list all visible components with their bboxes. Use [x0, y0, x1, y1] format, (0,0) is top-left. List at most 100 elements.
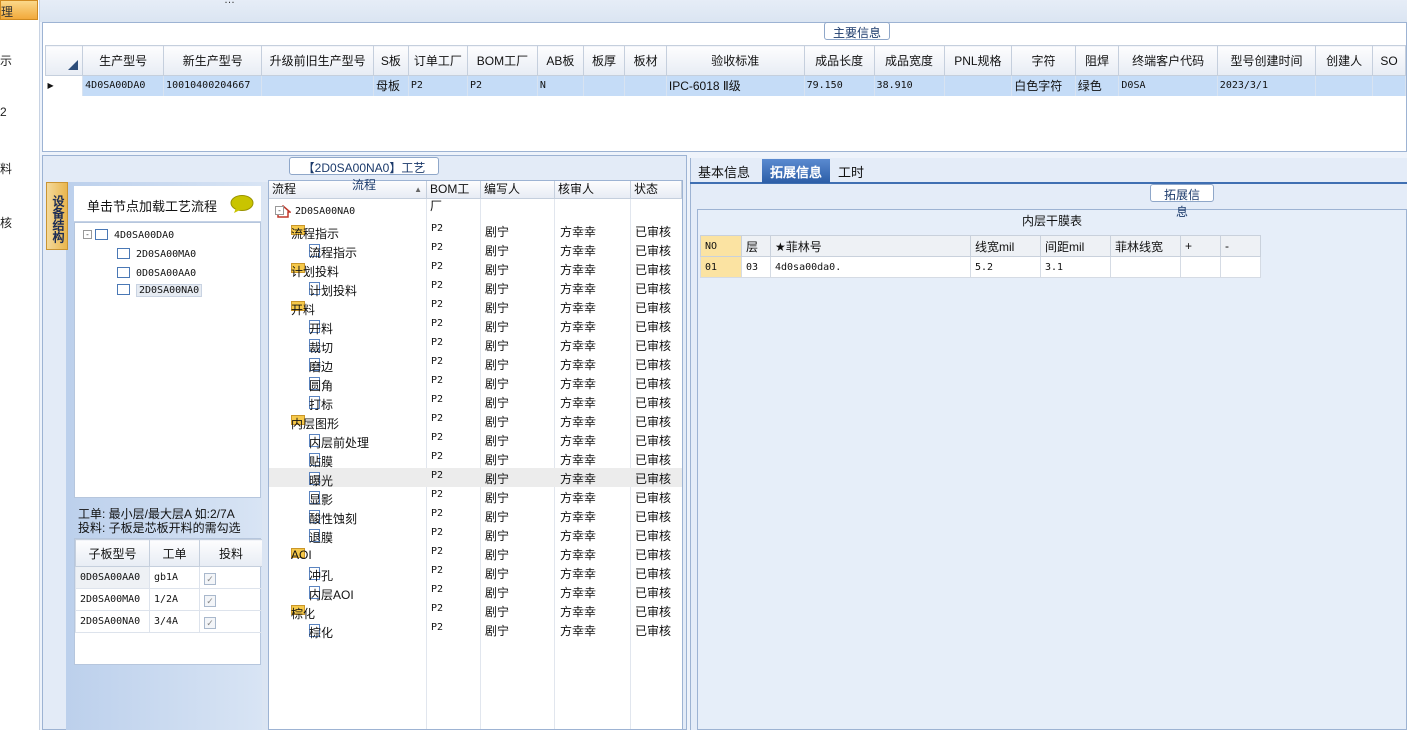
table-row[interactable]: 2D0SA00MA0 1/2A ✓ — [75, 588, 263, 611]
col-header[interactable]: 核审人 — [555, 181, 631, 199]
cell[interactable]: ✓ — [199, 588, 263, 611]
left-nav-item[interactable]: 示 — [0, 52, 12, 69]
col-header[interactable]: SO — [1372, 45, 1406, 76]
col-header[interactable]: 投料 — [199, 539, 263, 567]
col-header[interactable]: BOM工厂 — [466, 45, 538, 76]
col-header[interactable]: 状态 — [631, 181, 682, 199]
tab-basic-info[interactable]: 基本信息 — [690, 159, 758, 183]
tab-structure[interactable]: 设备结构 — [46, 182, 68, 250]
process-row[interactable]: -内层图形P2剧宁方幸幸已审核 — [269, 411, 682, 431]
cell[interactable]: 38.910 — [874, 75, 945, 96]
cell[interactable]: IPC-6018 Ⅱ级 — [666, 75, 805, 96]
cell[interactable]: 1/2A — [149, 588, 200, 611]
col-header[interactable]: 编写人 — [481, 181, 555, 199]
cell[interactable]: 2D0SA00NA0 — [75, 610, 150, 633]
col-header-flow[interactable]: 流程 ▲ — [269, 181, 427, 199]
table-row[interactable]: 0D0SA00AA0 gb1A ✓ — [75, 566, 263, 589]
cell[interactable]: 03 — [741, 256, 771, 278]
process-row[interactable]: └显影P2剧宁方幸幸已审核 — [269, 487, 682, 507]
process-row[interactable]: └酸性蚀刻P2剧宁方幸幸已审核 — [269, 506, 682, 526]
add-row-button[interactable]: + — [1180, 235, 1221, 257]
cell[interactable]: 4D0SA00DA0 — [82, 75, 165, 96]
feed-checkbox[interactable]: ✓ — [204, 572, 216, 585]
col-header[interactable]: 阻焊 — [1074, 45, 1120, 76]
process-row[interactable]: └计划投料P2剧宁方幸幸已审核 — [269, 278, 682, 298]
col-header[interactable]: 成品长度 — [803, 45, 875, 76]
cell[interactable]: 4d0sa00da0. — [770, 256, 971, 278]
col-header[interactable]: 创建人 — [1315, 45, 1374, 76]
cell[interactable] — [1372, 75, 1406, 96]
cell[interactable] — [624, 75, 667, 96]
process-row[interactable]: └磨边P2剧宁方幸幸已审核 — [269, 354, 682, 374]
tab-ext-info[interactable]: 拓展信息 — [762, 159, 831, 183]
col-header[interactable]: 升级前旧生产型号 — [261, 45, 374, 76]
process-row[interactable]: └退膜P2剧宁方幸幸已审核 — [269, 525, 682, 545]
cell[interactable]: N — [537, 75, 584, 96]
cell[interactable]: D0SA — [1118, 75, 1218, 96]
col-header[interactable]: 板材 — [624, 45, 667, 76]
process-row[interactable]: └打标P2剧宁方幸幸已审核 — [269, 392, 682, 412]
tree-node-child-selected[interactable]: 2D0SA00NA0 — [117, 282, 203, 297]
table-row[interactable]: 2D0SA00NA0 3/4A ✓ — [75, 610, 263, 633]
cell[interactable]: P2 — [408, 75, 468, 96]
cell[interactable]: ✓ — [199, 610, 263, 633]
cell[interactable] — [1110, 256, 1181, 278]
process-row[interactable]: └曝光P2剧宁方幸幸已审核 — [269, 468, 682, 488]
col-header[interactable]: NO — [700, 235, 742, 257]
left-nav-active-item[interactable]: 理 — [0, 0, 38, 20]
process-row[interactable]: └内层前处理P2剧宁方幸幸已审核 — [269, 430, 682, 450]
col-header[interactable]: 菲林线宽 — [1110, 235, 1181, 257]
film-row[interactable]: 01 03 4d0sa00da0. 5.2 3.1 — [700, 256, 1261, 278]
col-header[interactable]: 生产型号 — [82, 45, 165, 76]
collapse-icon[interactable]: - — [83, 230, 92, 240]
col-header[interactable]: S板 — [372, 45, 409, 76]
process-row[interactable]: -开料P2剧宁方幸幸已审核 — [269, 297, 682, 317]
col-header[interactable]: BOM工厂 — [427, 181, 481, 213]
process-row[interactable]: -流程指示P2剧宁方幸幸已审核 — [269, 221, 682, 241]
col-header[interactable]: 验收标准 — [665, 45, 805, 76]
cell[interactable]: 10010400204667 — [163, 75, 263, 96]
col-header[interactable]: 线宽mil — [970, 235, 1041, 257]
col-header[interactable]: 成品宽度 — [873, 45, 945, 76]
cell[interactable]: 79.150 — [804, 75, 875, 96]
col-header[interactable]: ★菲林号 — [770, 235, 971, 257]
feed-checkbox[interactable]: ✓ — [204, 616, 216, 629]
cell[interactable]: 5.2 — [970, 256, 1041, 278]
col-header[interactable]: 工单 — [149, 539, 200, 567]
col-header[interactable]: AB板 — [536, 45, 584, 76]
remove-row-button[interactable]: - — [1220, 235, 1261, 257]
col-header[interactable]: 间距mil — [1040, 235, 1111, 257]
cell[interactable]: 0D0SA00AA0 — [75, 566, 150, 589]
process-row[interactable]: └贴膜P2剧宁方幸幸已审核 — [269, 449, 682, 469]
process-row[interactable]: └冲孔P2剧宁方幸幸已审核 — [269, 563, 682, 583]
cell[interactable]: 01 — [700, 256, 742, 278]
cell[interactable]: gb1A — [149, 566, 200, 589]
cell[interactable]: 2D0SA00MA0 — [75, 588, 150, 611]
tree-node-child[interactable]: 0D0SA00AA0 — [117, 265, 196, 279]
cell[interactable]: ✓ — [199, 566, 263, 589]
cell[interactable] — [1220, 256, 1261, 278]
process-row[interactable]: └开料P2剧宁方幸幸已审核 — [269, 316, 682, 336]
process-row[interactable]: └圆角P2剧宁方幸幸已审核 — [269, 373, 682, 393]
tab-work-hours[interactable]: 工时 — [830, 159, 872, 183]
cell[interactable]: 3.1 — [1040, 256, 1111, 278]
left-nav-item[interactable]: 核 — [0, 214, 12, 231]
cell[interactable] — [1315, 75, 1374, 96]
col-header[interactable]: 板厚 — [582, 45, 626, 76]
process-row[interactable]: -计划投料P2剧宁方幸幸已审核 — [269, 259, 682, 279]
col-header[interactable]: 子板型号 — [75, 539, 150, 567]
col-header[interactable]: 新生产型号 — [163, 45, 263, 76]
tree-node-child[interactable]: 2D0SA00MA0 — [117, 246, 196, 260]
cell[interactable] — [944, 75, 1013, 96]
feed-checkbox[interactable]: ✓ — [204, 594, 216, 607]
cell[interactable]: 绿色 — [1075, 75, 1120, 96]
cell[interactable]: 白色字符 — [1011, 75, 1076, 96]
collapse-icon[interactable]: - — [275, 206, 284, 215]
cell[interactable]: 母板 — [373, 75, 409, 96]
process-row[interactable]: └裁切P2剧宁方幸幸已审核 — [269, 335, 682, 355]
cell[interactable] — [261, 75, 374, 96]
cell[interactable] — [583, 75, 626, 96]
cell[interactable]: 3/4A — [149, 610, 200, 633]
col-header[interactable]: 字符 — [1011, 45, 1076, 76]
left-nav-item[interactable]: 料 — [0, 160, 12, 177]
